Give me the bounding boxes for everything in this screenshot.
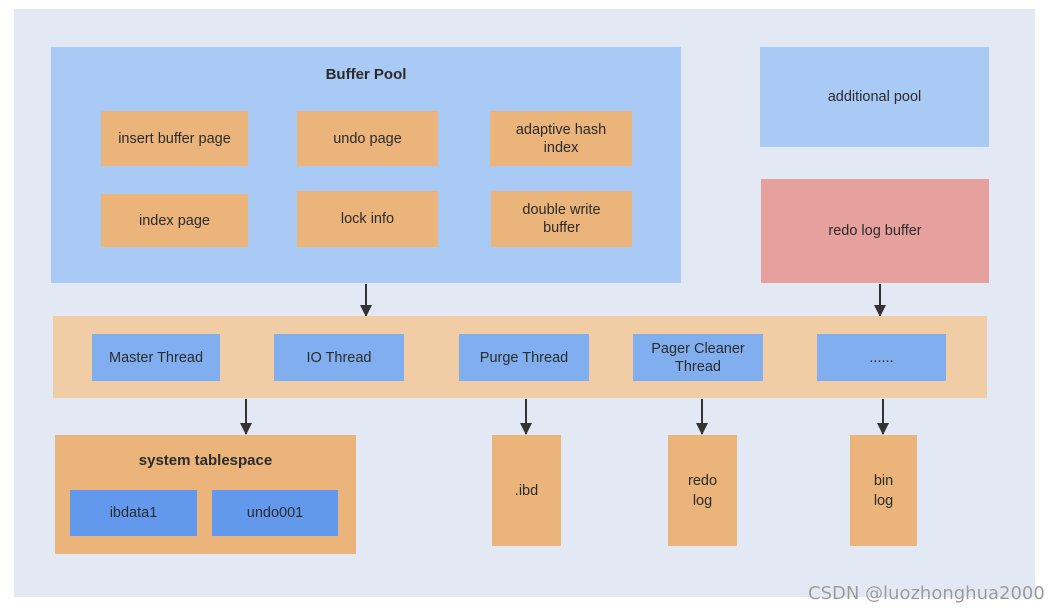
additional-pool: additional pool	[760, 47, 989, 147]
system-tablespace-title: system tablespace	[138, 452, 273, 469]
double-write-buffer: double write buffer	[491, 191, 632, 247]
arrow-to-system-tablespace	[240, 399, 252, 435]
ibd-file: .ibd	[492, 435, 561, 546]
arrow-to-ibd	[520, 399, 532, 435]
arrow-redo-buffer-to-threads	[874, 284, 886, 317]
io-thread: IO Thread	[274, 334, 404, 381]
redo-log-file: redo log	[668, 435, 737, 546]
undo001-file: undo001	[212, 490, 338, 536]
more-threads: ......	[817, 334, 946, 381]
undo-page: undo page	[297, 111, 438, 166]
arrow-to-bin-log	[877, 399, 889, 435]
master-thread: Master Thread	[92, 334, 220, 381]
arrow-buffer-pool-to-threads	[360, 284, 372, 317]
ibdata1-file: ibdata1	[70, 490, 197, 536]
arrow-to-redo-log	[696, 399, 708, 435]
watermark: CSDN @luozhonghua2000	[808, 583, 1045, 604]
lock-info: lock info	[297, 191, 438, 247]
redo-log-buffer: redo log buffer	[761, 179, 989, 283]
adaptive-hash-index: adaptive hash index	[490, 111, 632, 166]
buffer-pool-title: Buffer Pool	[325, 66, 407, 83]
bin-log-file: bin log	[850, 435, 917, 546]
insert-buffer-page: insert buffer page	[101, 111, 248, 166]
purge-thread: Purge Thread	[459, 334, 589, 381]
pager-cleaner-thread: Pager Cleaner Thread	[633, 334, 763, 381]
index-page: index page	[101, 194, 248, 247]
